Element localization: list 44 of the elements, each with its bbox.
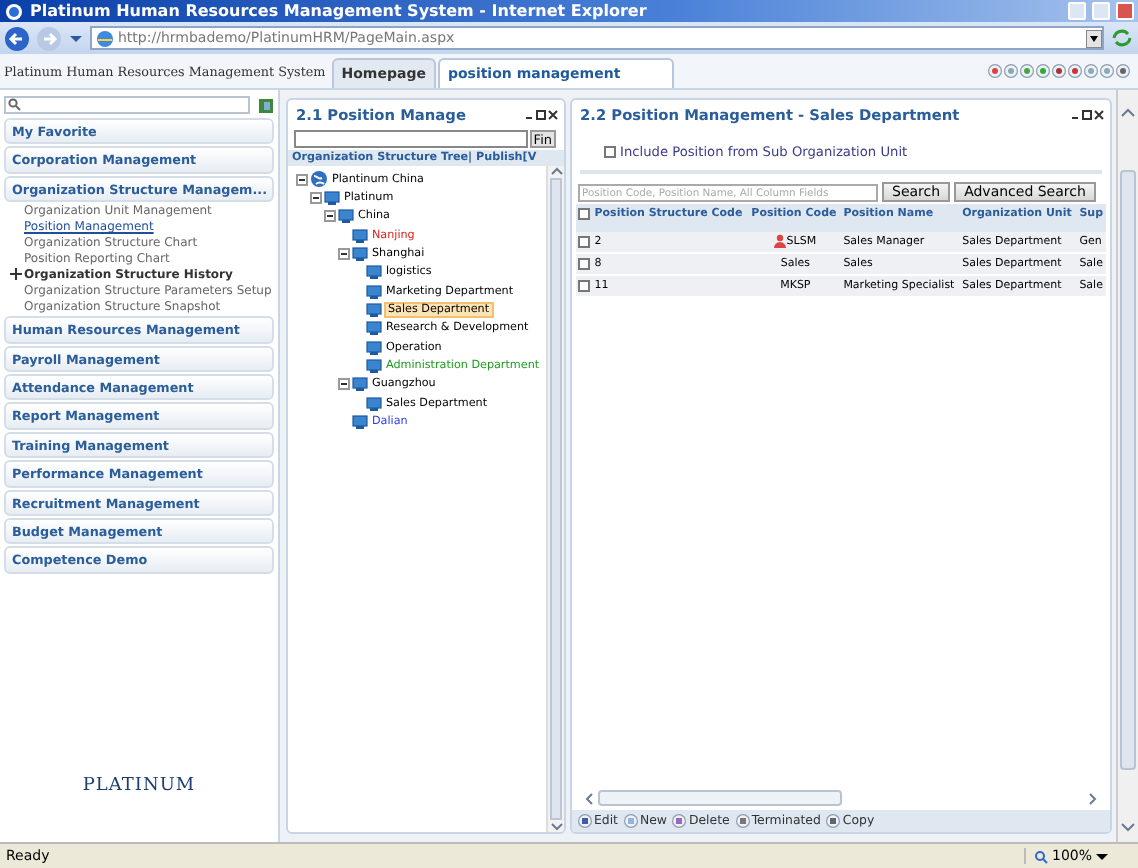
- toolbar-icon: [826, 814, 841, 828]
- toolbar-icon: [735, 814, 750, 828]
- page-icon: [96, 29, 114, 47]
- close-icon[interactable]: [548, 110, 558, 120]
- row-checkbox[interactable]: [578, 235, 590, 248]
- row-checkbox[interactable]: [578, 279, 590, 292]
- browser-icon: [4, 1, 24, 21]
- collapse-icon[interactable]: [338, 248, 350, 261]
- zoom-icon: [1033, 849, 1048, 863]
- toolbar-icon: [623, 814, 638, 828]
- toolbar-icon: [578, 814, 592, 828]
- scrollbar-thumb[interactable]: [550, 178, 562, 820]
- window-title: Platinum Human Resources Management System - Internet Explorer: [30, 2, 649, 20]
- find-field[interactable]: [294, 130, 528, 148]
- close-icon[interactable]: [1094, 110, 1104, 120]
- scroll-left-icon[interactable]: [584, 791, 594, 805]
- checkbox[interactable]: [604, 146, 616, 158]
- scroll-down-icon[interactable]: [1120, 820, 1136, 834]
- close-button[interactable]: [1116, 2, 1134, 20]
- collapse-icon[interactable]: [324, 210, 336, 223]
- maximize-icon[interactable]: [1082, 110, 1092, 120]
- dropdown-icon[interactable]: [1086, 29, 1102, 47]
- collapse-icon[interactable]: [310, 192, 322, 205]
- select-all-checkbox[interactable]: [578, 208, 590, 220]
- expand-icon[interactable]: [10, 268, 22, 281]
- scroll-up-icon[interactable]: [549, 166, 563, 176]
- scrollbar-thumb[interactable]: [1120, 170, 1136, 770]
- scroll-right-icon[interactable]: [1088, 791, 1098, 805]
- back-icon[interactable]: [4, 25, 30, 51]
- search-icon: [8, 98, 22, 112]
- scroll-down-icon[interactable]: [549, 822, 563, 832]
- search-field[interactable]: [4, 96, 250, 114]
- maximize-icon[interactable]: [536, 110, 546, 120]
- scroll-up-icon[interactable]: [1120, 106, 1136, 120]
- logo: PLATINUM: [82, 776, 196, 796]
- toolbar-icon: [672, 814, 687, 828]
- globe-icon: [310, 170, 328, 189]
- export-icon[interactable]: [258, 97, 274, 113]
- dropdown-icon: [1096, 851, 1108, 861]
- scrollbar-thumb[interactable]: [598, 790, 842, 806]
- row-checkbox[interactable]: [578, 257, 590, 270]
- collapse-icon[interactable]: [296, 173, 308, 186]
- collapse-icon[interactable]: [338, 378, 350, 391]
- refresh-icon[interactable]: [1110, 26, 1134, 50]
